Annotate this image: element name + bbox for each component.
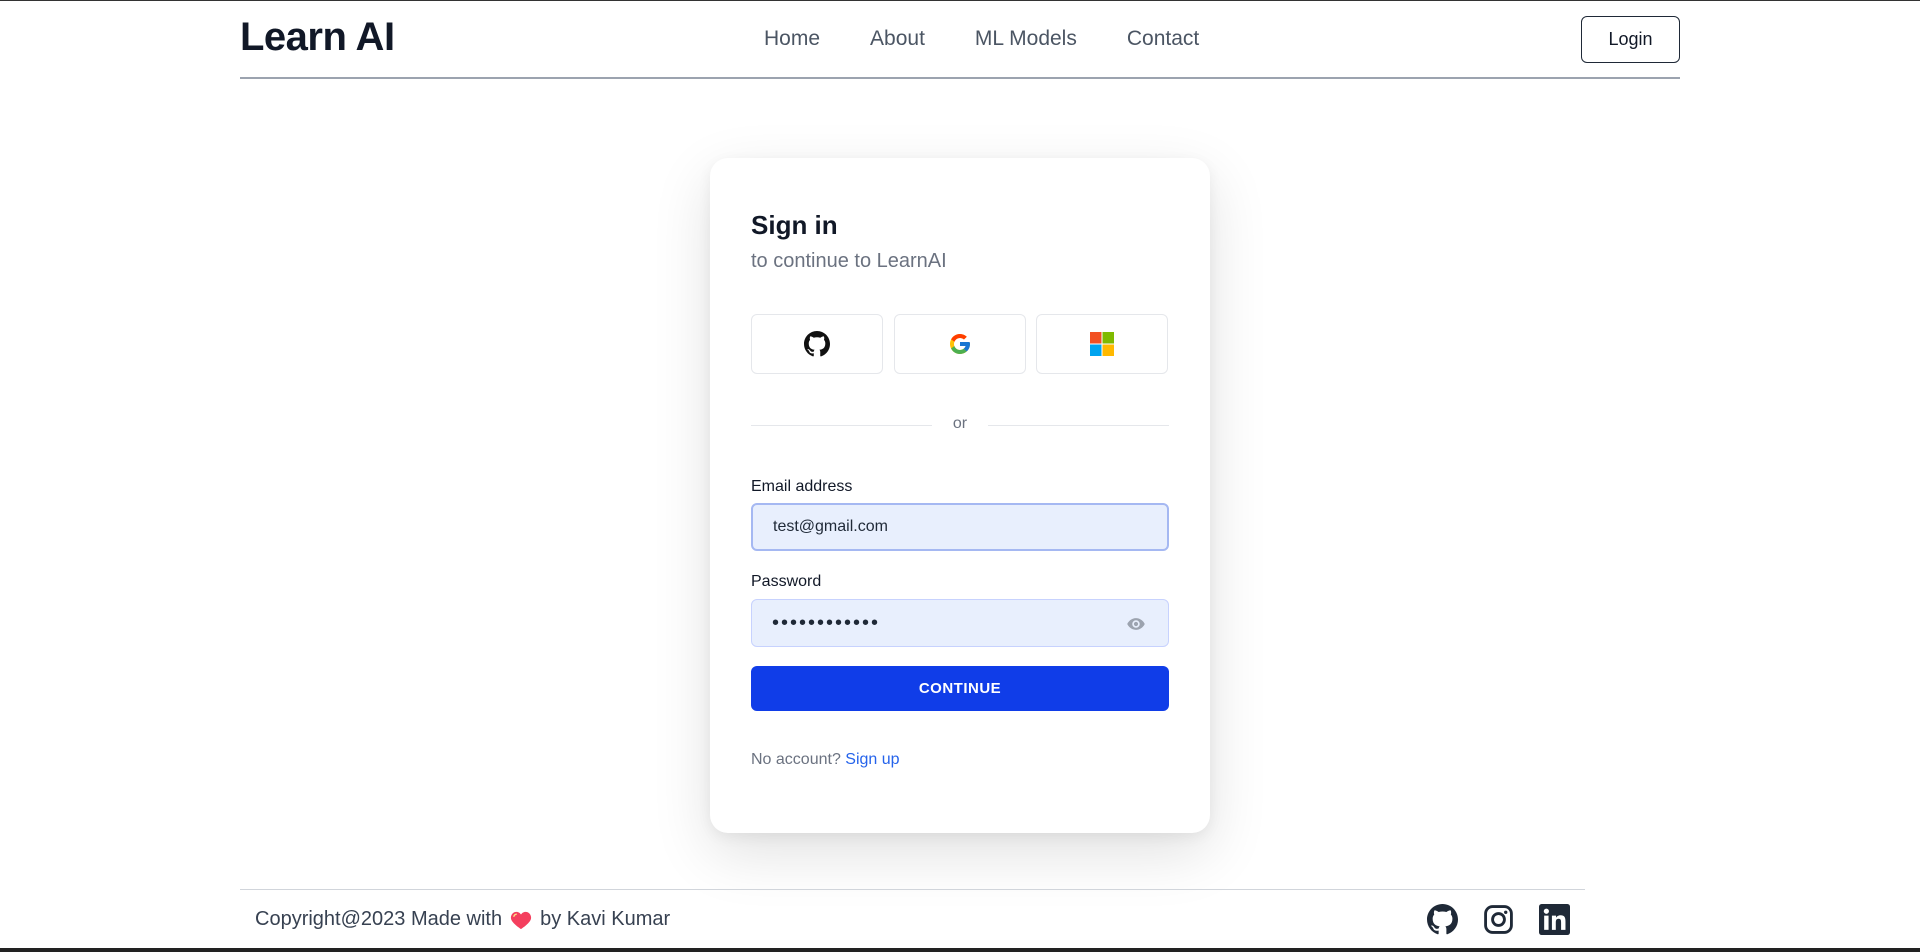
window-bottom-border xyxy=(0,948,1920,952)
footer-text-after: by Kavi Kumar xyxy=(540,908,671,930)
sign-up-link[interactable]: Sign up xyxy=(845,751,899,768)
or-divider: or xyxy=(751,415,1169,435)
footer-copyright: Copyright@2023 Made with by Kavi Kumar xyxy=(255,908,670,931)
divider-line-right xyxy=(988,425,1169,426)
footer-social-links xyxy=(1427,904,1570,935)
heart-icon xyxy=(511,911,532,929)
linkedin-link[interactable] xyxy=(1539,904,1570,935)
instagram-link[interactable] xyxy=(1483,904,1514,935)
nav-home[interactable]: Home xyxy=(764,27,820,51)
google-signin-button[interactable] xyxy=(894,314,1026,374)
github-icon xyxy=(1427,904,1458,935)
nav-about[interactable]: About xyxy=(870,27,925,51)
site-header: Learn AI Home About ML Models Contact Lo… xyxy=(240,1,1680,79)
instagram-icon xyxy=(1484,905,1513,934)
microsoft-signin-button[interactable] xyxy=(1036,314,1168,374)
github-link[interactable] xyxy=(1427,904,1458,935)
github-icon xyxy=(804,331,830,357)
continue-button[interactable]: CONTINUE xyxy=(751,666,1169,711)
github-signin-button[interactable] xyxy=(751,314,883,374)
email-label: Email address xyxy=(751,478,853,495)
google-icon xyxy=(950,334,970,354)
linkedin-icon xyxy=(1539,904,1570,935)
login-button[interactable]: Login xyxy=(1581,16,1680,63)
password-label: Password xyxy=(751,573,822,590)
microsoft-icon xyxy=(1090,332,1114,356)
site-footer: Copyright@2023 Made with by Kavi Kumar xyxy=(240,889,1585,948)
sign-in-card: Sign in to continue to LearnAI or Email … xyxy=(710,158,1210,833)
nav-contact[interactable]: Contact xyxy=(1127,27,1199,51)
brand-logo[interactable]: Learn AI xyxy=(240,15,395,60)
sign-in-title: Sign in xyxy=(751,210,838,240)
divider-or-text: or xyxy=(952,415,968,432)
no-account-row: No account? Sign up xyxy=(751,751,900,769)
footer-text-before: Copyright@2023 Made with xyxy=(255,908,503,930)
nav-ml-models[interactable]: ML Models xyxy=(975,27,1077,51)
email-field[interactable] xyxy=(751,503,1169,551)
password-field[interactable] xyxy=(751,599,1169,647)
show-password-icon[interactable] xyxy=(1126,614,1146,634)
no-account-text: No account? xyxy=(751,751,841,768)
main-nav: Home About ML Models Contact xyxy=(764,27,1199,51)
sign-in-subtitle: to continue to LearnAI xyxy=(751,250,947,272)
